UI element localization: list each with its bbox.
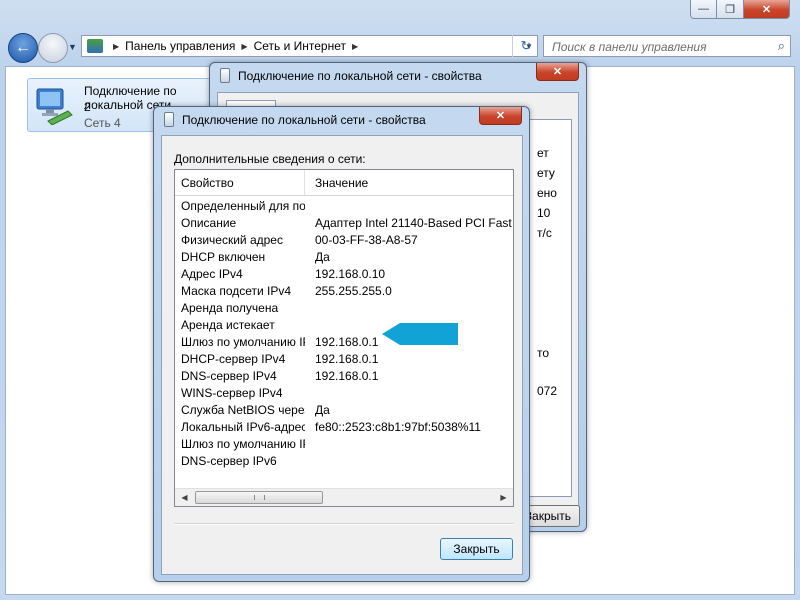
text-fragment: ет (537, 146, 549, 160)
property-cell: DHCP включен (181, 250, 266, 264)
table-row[interactable]: DHCP включен Да (175, 250, 513, 267)
breadcrumb-network-internet[interactable]: Сеть и Интернет (254, 39, 346, 53)
table-row[interactable]: Физический адрес 00-03-FF-38-A8-57 (175, 233, 513, 250)
property-cell: Аренда истекает (181, 318, 275, 332)
dialog-title: Подключение по локальной сети - свойства (182, 113, 426, 127)
address-bar[interactable]: ▶ Панель управления ▶ Сеть и Интернет ▶ … (81, 35, 538, 57)
additional-info-label: Дополнительные сведения о сети: (174, 152, 366, 166)
highlight-arrow-icon (382, 323, 458, 345)
column-header-property[interactable]: Свойство (181, 176, 234, 190)
close-icon[interactable]: ✕ (479, 107, 522, 125)
grip-icon (254, 495, 265, 500)
network-details-list[interactable]: Свойство Значение Определенный для по...… (174, 169, 514, 507)
value-cell: 192.168.0.1 (315, 369, 379, 383)
table-row[interactable]: Локальный IPv6-адрес... fe80::2523:c8b1:9… (175, 420, 513, 437)
table-row[interactable]: Описание Адаптер Intel 21140-Based PCI Fa… (175, 216, 513, 233)
scroll-left-icon[interactable]: ◀ (176, 489, 193, 506)
table-row[interactable]: Аренда истекает (175, 318, 513, 335)
recent-pages-dropdown-icon[interactable]: ▼ (68, 42, 77, 52)
property-cell: Адрес IPv4 (181, 267, 243, 281)
connection-properties-icon (164, 112, 174, 127)
text-fragment: т/с (537, 226, 552, 240)
table-row[interactable]: Маска подсети IPv4 255.255.255.0 (175, 284, 513, 301)
property-cell: Аренда получена (181, 301, 279, 315)
table-row[interactable]: Аренда получена (175, 301, 513, 318)
chevron-right-icon[interactable]: ▶ (113, 42, 119, 51)
table-row[interactable]: Шлюз по умолчанию IP... (175, 437, 513, 454)
table-row[interactable]: Служба NetBIOS через... Да (175, 403, 513, 420)
navigation-bar: ← ▼ ▶ Панель управления ▶ Сеть и Интерне… (0, 30, 800, 66)
property-cell: DNS-сервер IPv4 (181, 369, 277, 383)
value-cell: 192.168.0.10 (315, 267, 386, 281)
property-cell: WINS-сервер IPv4 (181, 386, 283, 400)
dialog-body: Дополнительные сведения о сети: Свойство… (161, 135, 523, 575)
network-details-dialog: Подключение по локальной сети - свойства… (153, 106, 530, 582)
back-button[interactable]: ← (8, 33, 38, 63)
property-cell: Служба NetBIOS через... (181, 403, 305, 417)
text-fragment: 072 (537, 384, 558, 398)
table-row[interactable]: Адрес IPv4 192.168.0.10 (175, 267, 513, 284)
refresh-icon[interactable]: ↻ (512, 35, 539, 57)
column-header-value[interactable]: Значение (315, 176, 368, 190)
property-cell: Шлюз по умолчанию IP... (181, 437, 305, 451)
list-header: Свойство Значение (175, 170, 513, 196)
search-box[interactable]: ⌕ (543, 35, 791, 57)
minimize-button[interactable]: — (690, 0, 717, 19)
table-row[interactable]: DNS-сервер IPv6 (175, 454, 513, 471)
connection-network: Сеть 4 (84, 116, 121, 130)
property-cell: Шлюз по умолчанию IP... (181, 335, 305, 349)
property-cell: Определенный для по... (181, 199, 305, 213)
forward-button[interactable] (38, 33, 68, 63)
maximize-button[interactable]: ❐ (717, 0, 744, 19)
close-window-button[interactable]: ✕ (744, 0, 790, 19)
horizontal-scrollbar[interactable]: ◀ ▶ (175, 488, 513, 506)
text-fragment: то (537, 346, 550, 360)
search-icon[interactable]: ⌕ (778, 38, 785, 54)
value-cell: 255.255.255.0 (315, 284, 392, 298)
text-fragment: ено (537, 186, 557, 200)
search-input[interactable] (550, 37, 769, 57)
text-fragment: 10 (537, 206, 551, 220)
network-adapter-icon (36, 88, 73, 125)
property-cell: Описание (181, 216, 237, 230)
chevron-right-icon[interactable]: ▶ (241, 42, 247, 51)
value-cell: Да (315, 250, 330, 264)
table-row[interactable]: DHCP-сервер IPv4 192.168.0.1 (175, 352, 513, 369)
divider (174, 523, 514, 525)
column-divider[interactable] (304, 170, 305, 195)
table-row[interactable]: Определенный для по... (175, 199, 513, 216)
table-row[interactable]: Шлюз по умолчанию IP...192.168.0.1 (175, 335, 513, 352)
value-cell: 192.168.0.1 (315, 352, 379, 366)
property-cell: Маска подсети IPv4 (181, 284, 292, 298)
table-row[interactable]: WINS-сервер IPv4 (175, 386, 513, 403)
breadcrumb-control-panel[interactable]: Панель управления (125, 39, 235, 53)
property-cell: DHCP-сервер IPv4 (181, 352, 286, 366)
close-button[interactable]: Закрыть (440, 538, 513, 560)
value-cell: 00-03-FF-38-A8-57 (315, 233, 418, 247)
value-cell: fe80::2523:c8b1:97bf:5038%11 (315, 420, 481, 434)
property-cell: DNS-сервер IPv6 (181, 454, 277, 468)
value-cell: Да (315, 403, 330, 417)
connection-number: 2 (84, 100, 91, 114)
connection-properties-icon (220, 68, 230, 83)
value-cell: Адаптер Intel 21140-Based PCI Fast Ethe (315, 216, 512, 230)
dialog-title: Подключение по локальной сети - свойства (238, 69, 482, 83)
scrollbar-thumb[interactable] (195, 491, 323, 504)
control-panel-icon (87, 39, 103, 53)
close-icon[interactable]: ✕ (536, 63, 579, 81)
text-fragment: ету (537, 166, 555, 180)
window-controls: — ❐ ✕ (690, 0, 790, 19)
scroll-right-icon[interactable]: ▶ (495, 489, 512, 506)
property-cell: Физический адрес (181, 233, 283, 247)
table-row[interactable]: DNS-сервер IPv4 192.168.0.1 (175, 369, 513, 386)
chevron-right-icon[interactable]: ▶ (352, 42, 358, 51)
property-cell: Локальный IPv6-адрес... (181, 420, 305, 434)
